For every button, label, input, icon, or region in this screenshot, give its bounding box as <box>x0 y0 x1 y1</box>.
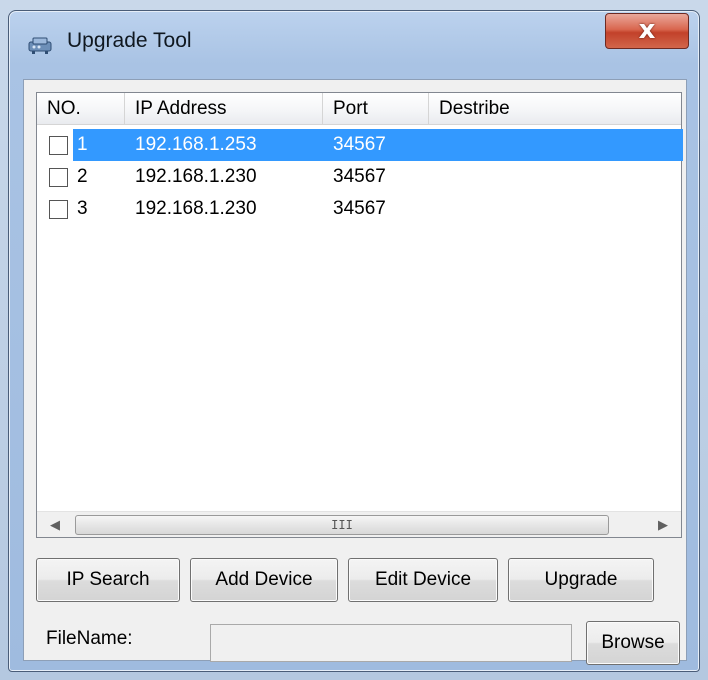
list-header: NO. IP Address Port Destribe <box>37 93 681 125</box>
cell-port: 34567 <box>333 198 386 219</box>
table-row[interactable]: 3 192.168.1.230 34567 <box>37 193 683 225</box>
column-header-describe[interactable]: Destribe <box>429 93 683 125</box>
edit-device-button[interactable]: Edit Device <box>348 558 498 602</box>
row-checkbox[interactable] <box>49 136 68 155</box>
cell-port: 34567 <box>333 166 386 187</box>
upgrade-button[interactable]: Upgrade <box>508 558 654 602</box>
filename-field[interactable] <box>210 624 572 662</box>
table-row[interactable]: 1 192.168.1.253 34567 <box>37 129 683 161</box>
title-bar[interactable]: Upgrade Tool x <box>9 11 699 71</box>
close-icon: x <box>638 15 656 45</box>
client-area: NO. IP Address Port Destribe 1 192.168.1… <box>23 79 687 665</box>
horizontal-scrollbar[interactable]: ◀ III ▶ <box>37 511 681 537</box>
cell-no: 3 <box>77 198 88 219</box>
add-device-button[interactable]: Add Device <box>190 558 338 602</box>
column-header-ip-address[interactable]: IP Address <box>125 93 323 125</box>
column-header-port[interactable]: Port <box>323 93 429 125</box>
cell-port: 34567 <box>333 134 386 155</box>
cell-ip: 192.168.1.230 <box>135 166 257 187</box>
scroll-left-icon[interactable]: ◀ <box>41 512 69 538</box>
column-header-no[interactable]: NO. <box>37 93 125 125</box>
window-title: Upgrade Tool <box>67 29 192 52</box>
table-row[interactable]: 2 192.168.1.230 34567 <box>37 161 683 193</box>
close-button[interactable]: x <box>605 13 689 49</box>
device-list[interactable]: NO. IP Address Port Destribe 1 192.168.1… <box>36 92 683 538</box>
scroll-right-icon[interactable]: ▶ <box>649 512 677 538</box>
upgrade-tool-window: Upgrade Tool x NO. IP Address Port Destr… <box>8 10 700 672</box>
cell-no: 2 <box>77 166 88 187</box>
row-checkbox[interactable] <box>49 200 68 219</box>
scrollbar-thumb[interactable]: III <box>75 515 609 535</box>
cell-no: 1 <box>77 134 88 155</box>
browse-button[interactable]: Browse <box>586 621 680 665</box>
grip-icon: III <box>331 518 353 532</box>
network-device-icon <box>28 37 52 54</box>
cell-ip: 192.168.1.253 <box>135 134 257 155</box>
ip-search-button[interactable]: IP Search <box>36 558 180 602</box>
filename-label: FileName: <box>46 628 133 649</box>
cell-ip: 192.168.1.230 <box>135 198 257 219</box>
row-checkbox[interactable] <box>49 168 68 187</box>
